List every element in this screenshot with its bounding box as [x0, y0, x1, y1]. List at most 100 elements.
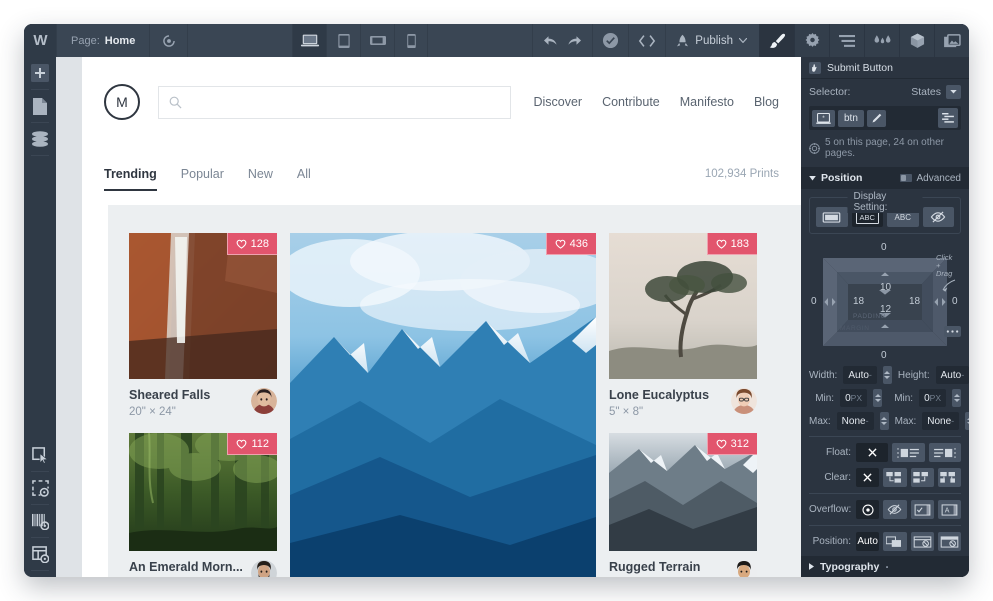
page-selector[interactable]: Page: Home: [56, 24, 150, 57]
min-height-stepper[interactable]: [952, 389, 961, 407]
position-fixed-button[interactable]: [938, 532, 961, 551]
print-card-lone-eucalyptus[interactable]: 183 Lone Eucalyptus 5" × 8": [609, 233, 757, 418]
select-tool-button[interactable]: [24, 439, 56, 471]
site-logo[interactable]: M: [104, 84, 140, 120]
height-input[interactable]: Auto -: [936, 366, 969, 384]
position-section-header[interactable]: Position Advanced: [801, 167, 969, 189]
print-thumbnail[interactable]: 128: [129, 233, 277, 379]
like-badge[interactable]: 112: [227, 433, 277, 455]
filter-tab-all[interactable]: All: [297, 167, 311, 191]
save-status-icon[interactable]: [592, 24, 628, 57]
like-badge[interactable]: 312: [707, 433, 757, 455]
display-block-button[interactable]: [816, 207, 848, 227]
tab-settings[interactable]: [794, 24, 829, 57]
element-tag-chip[interactable]: *: [812, 110, 835, 127]
min-height-input[interactable]: 0 PX: [919, 389, 946, 407]
design-canvas[interactable]: M Discover Contribute Manifesto Blog: [56, 57, 801, 577]
margin-right-value[interactable]: 0: [952, 296, 958, 307]
filter-tab-popular[interactable]: Popular: [181, 167, 224, 191]
webflow-logo[interactable]: W: [24, 24, 56, 57]
tab-assets[interactable]: [934, 24, 969, 57]
overflow-auto-button[interactable]: A: [938, 500, 961, 519]
like-badge[interactable]: 128: [227, 233, 277, 255]
selector-list-toggle[interactable]: [938, 108, 958, 128]
min-width-stepper[interactable]: [873, 389, 882, 407]
like-badge[interactable]: 183: [707, 233, 757, 255]
overflow-visible-button[interactable]: [856, 500, 879, 519]
position-auto-button[interactable]: Auto: [856, 532, 879, 551]
edit-class-chip[interactable]: [867, 110, 886, 127]
nav-link-manifesto[interactable]: Manifesto: [680, 95, 734, 109]
print-thumbnail[interactable]: 312: [609, 433, 757, 551]
ellipsis-icon[interactable]: [944, 326, 961, 337]
tab-symbols[interactable]: [899, 24, 934, 57]
print-card-sheared-falls[interactable]: 128 Sheared Falls 20" × 24": [129, 233, 277, 418]
tab-style[interactable]: [759, 24, 794, 57]
position-relative-button[interactable]: [883, 532, 906, 551]
clear-left-button[interactable]: [883, 468, 906, 487]
overflow-scroll-button[interactable]: [911, 500, 934, 519]
nav-link-blog[interactable]: Blog: [754, 95, 779, 109]
advanced-toggle[interactable]: Advanced: [900, 173, 961, 184]
max-height-input[interactable]: None -: [922, 412, 959, 430]
tab-navigator[interactable]: [829, 24, 864, 57]
device-tablet-portrait[interactable]: [326, 24, 360, 57]
display-none-button[interactable]: [923, 207, 955, 227]
padding-right-value[interactable]: 18: [909, 296, 920, 307]
states-dropdown[interactable]: States: [911, 85, 961, 99]
filter-tab-trending[interactable]: Trending: [104, 167, 157, 191]
margin-left-value[interactable]: 0: [811, 296, 817, 307]
margin-bottom-value[interactable]: 0: [881, 350, 887, 361]
redo-icon[interactable]: [567, 35, 582, 46]
device-tablet-landscape[interactable]: [360, 24, 394, 57]
max-width-input[interactable]: None -: [837, 412, 874, 430]
marquee-preview-button[interactable]: [24, 472, 56, 504]
box-model-diagram[interactable]: 0 0 0 0 10 12 18 18 MARGIN PADDING Click…: [809, 242, 961, 362]
avatar[interactable]: [251, 560, 277, 577]
layers-tool-button[interactable]: [24, 505, 56, 537]
clear-right-button[interactable]: [911, 468, 934, 487]
avatar[interactable]: [731, 388, 757, 414]
padding-top-value[interactable]: 10: [880, 282, 891, 293]
search-input[interactable]: [158, 86, 511, 119]
position-absolute-button[interactable]: [911, 532, 934, 551]
min-width-input[interactable]: 0 PX: [840, 389, 867, 407]
undo-icon[interactable]: [543, 35, 558, 46]
float-right-button[interactable]: [929, 443, 961, 462]
clear-both-button[interactable]: [938, 468, 961, 487]
publish-button[interactable]: Publish: [665, 24, 759, 57]
nav-link-contribute[interactable]: Contribute: [602, 95, 660, 109]
filter-tab-new[interactable]: New: [248, 167, 273, 191]
float-none-button[interactable]: [856, 443, 888, 462]
preview-toggle-icon[interactable]: [150, 24, 188, 57]
pages-button[interactable]: [24, 90, 56, 122]
device-mobile[interactable]: [394, 24, 428, 57]
print-thumbnail[interactable]: 183: [609, 233, 757, 379]
add-elements-button[interactable]: [24, 57, 56, 89]
print-card-rugged-terrain[interactable]: 312 Rugged Terrain 11" × 17": [609, 433, 757, 577]
print-card-an-emerald-morning[interactable]: 112 An Emerald Morn... 11" × 17": [129, 433, 277, 577]
avatar[interactable]: [251, 388, 277, 414]
padding-left-value[interactable]: 18: [853, 296, 864, 307]
print-card-a-long-winter[interactable]: 436 A Long Winter 20" × 24": [290, 233, 596, 577]
width-stepper[interactable]: [883, 366, 892, 384]
width-input[interactable]: Auto -: [843, 366, 877, 384]
overflow-hidden-button[interactable]: [883, 500, 906, 519]
code-export-icon[interactable]: [628, 24, 665, 57]
cms-button[interactable]: [24, 123, 56, 155]
max-width-stepper[interactable]: [880, 412, 889, 430]
device-desktop[interactable]: [292, 24, 326, 57]
margin-top-value[interactable]: 0: [881, 242, 887, 253]
tab-interactions[interactable]: [864, 24, 899, 57]
print-thumbnail[interactable]: 112: [129, 433, 277, 551]
grid-preview-button[interactable]: [24, 538, 56, 570]
like-badge[interactable]: 436: [546, 233, 596, 255]
nav-link-discover[interactable]: Discover: [533, 95, 582, 109]
max-height-stepper[interactable]: [965, 412, 969, 430]
typography-section-header[interactable]: Typography ·: [801, 556, 969, 577]
class-chip[interactable]: btn: [838, 110, 864, 127]
float-left-button[interactable]: [892, 443, 924, 462]
clear-none-button[interactable]: [856, 468, 879, 487]
avatar[interactable]: [731, 560, 757, 577]
print-thumbnail[interactable]: 436: [290, 233, 596, 577]
